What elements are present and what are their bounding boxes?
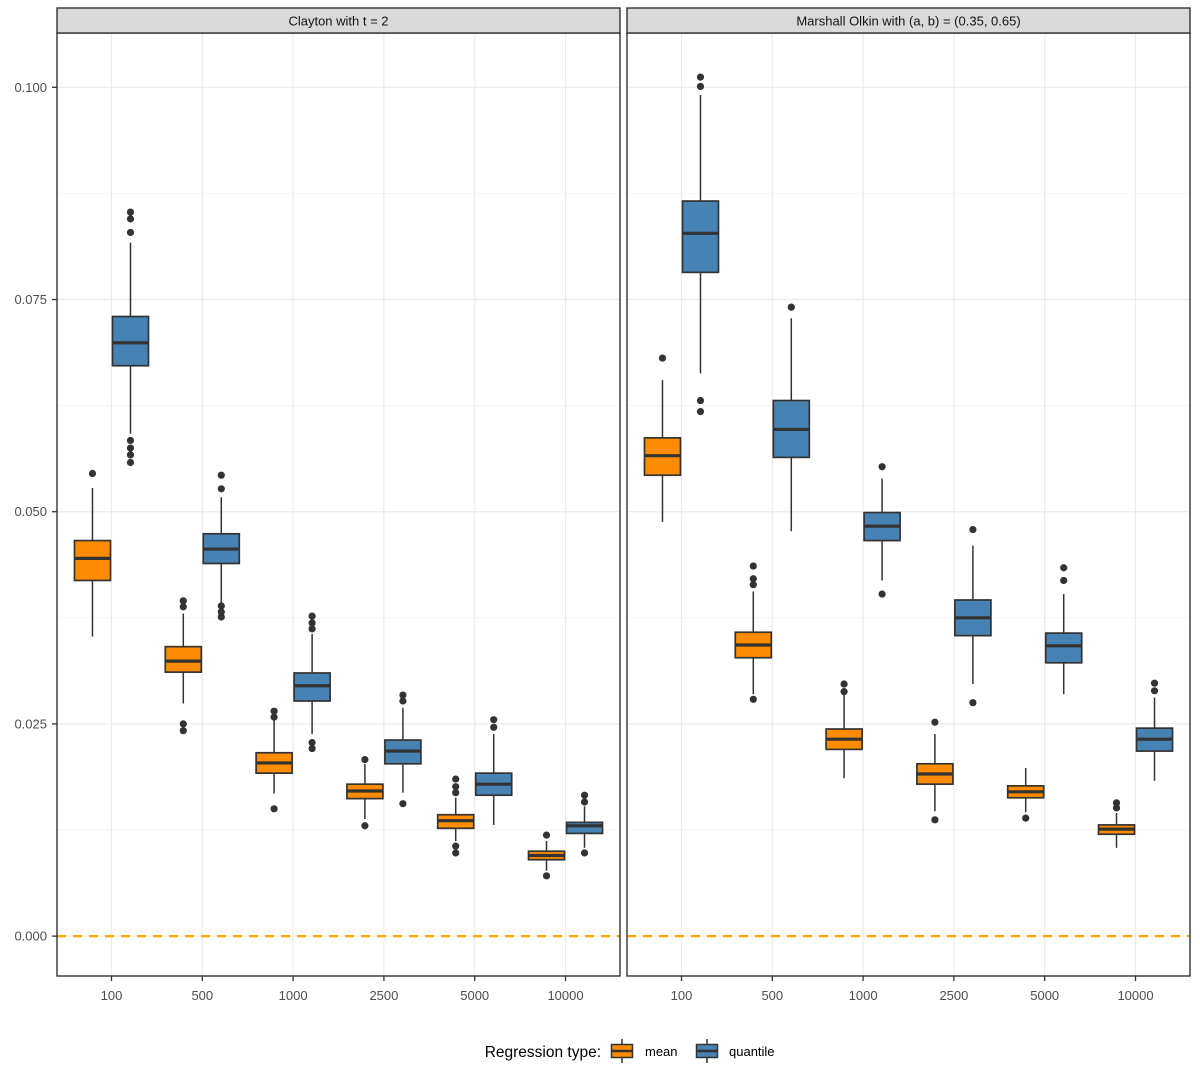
- outlier-dot: [217, 471, 225, 479]
- outlier-dot: [217, 613, 225, 621]
- outlier-dot: [658, 354, 667, 362]
- y-tick-label: 0.100: [14, 80, 47, 95]
- y-tick-label: 0.075: [14, 292, 47, 307]
- outlier-dot: [787, 303, 795, 311]
- outlier-dot: [126, 208, 135, 216]
- outlier-dot: [361, 755, 369, 764]
- outlier-dot: [931, 816, 939, 824]
- outlier-dot: [696, 407, 705, 416]
- y-tick-label: 0.050: [14, 504, 47, 519]
- outlier-dot: [179, 603, 187, 611]
- outlier-dot: [126, 444, 135, 452]
- iqr-box: [1044, 632, 1083, 664]
- x-tick-label: 100: [101, 988, 123, 1003]
- facet-title: Marshall Olkin with (a, b) = (0.35, 0.65…: [796, 14, 1020, 29]
- outlier-dot: [308, 744, 316, 753]
- iqr-box: [164, 645, 203, 673]
- outlier-dot: [490, 716, 498, 724]
- outlier-dot: [542, 872, 551, 880]
- outlier-dot: [88, 469, 97, 478]
- outlier-dot: [126, 228, 135, 237]
- outlier-dot: [749, 695, 757, 703]
- x-tick-label: 500: [761, 988, 783, 1003]
- x-tick-label: 500: [191, 988, 213, 1003]
- x-tick-label: 5000: [1030, 988, 1059, 1003]
- facet-panel-1: Marshall Olkin with (a, b) = (0.35, 0.65…: [626, 7, 1191, 1003]
- outlier-dot: [179, 727, 187, 735]
- x-tick-label: 100: [671, 988, 693, 1003]
- outlier-dot: [452, 789, 460, 797]
- outlier-dot: [580, 849, 589, 857]
- outlier-dot: [696, 82, 705, 91]
- x-tick-label: 2500: [939, 988, 968, 1003]
- outlier-dot: [542, 831, 551, 839]
- x-tick-label: 2500: [369, 988, 398, 1003]
- outlier-dot: [878, 590, 886, 598]
- outlier-dot: [308, 612, 316, 620]
- facet-panel-0: Clayton with t = 2 100 500 1000 2500 5000 1000…: [56, 7, 621, 1003]
- iqr-box: [111, 315, 150, 367]
- outlier-dot: [580, 798, 589, 806]
- outlier-dot: [126, 451, 135, 459]
- outlier-dot: [696, 73, 705, 81]
- boxplot-figure-wrap: Clayton with t = 2 100 500 1000 2500 5000 1000…: [0, 0, 1200, 1080]
- outlier-dot: [308, 625, 316, 633]
- outlier-dot: [1150, 687, 1159, 695]
- iqr-box: [565, 821, 604, 835]
- outlier-dot: [361, 822, 369, 830]
- outlier-dot: [1060, 576, 1068, 585]
- legend-key-mean-icon: [610, 1039, 634, 1063]
- outlier-dot: [399, 697, 407, 705]
- legend-title: Regression type:: [485, 1044, 601, 1061]
- outlier-dot: [179, 720, 187, 728]
- iqr-box: [681, 200, 720, 274]
- legend-label-mean: mean: [645, 1044, 678, 1059]
- outlier-dot: [126, 458, 135, 467]
- outlier-dot: [1112, 804, 1121, 812]
- x-tick-label: 1000: [849, 988, 878, 1003]
- outlier-dot: [969, 525, 977, 534]
- y-tick-label: 0.000: [14, 929, 47, 944]
- outlier-dot: [696, 396, 705, 405]
- outlier-dot: [931, 718, 939, 726]
- x-tick-label: 1000: [279, 988, 308, 1003]
- legend-label-quantile: quantile: [729, 1044, 775, 1059]
- legend-key-quantile-icon: [695, 1039, 719, 1063]
- outlier-dot: [840, 680, 848, 688]
- outlier-dot: [452, 849, 460, 857]
- outlier-dot: [452, 842, 460, 850]
- outlier-dot: [399, 800, 407, 808]
- facet-title: Clayton with t = 2: [288, 14, 388, 29]
- outlier-dot: [270, 805, 278, 813]
- outlier-dot: [1060, 564, 1068, 572]
- outlier-dot: [580, 791, 589, 799]
- outlier-dot: [749, 581, 757, 589]
- legend: Regression type: mean quantile: [485, 1039, 775, 1063]
- outlier-dot: [1022, 814, 1030, 822]
- panel-background: [57, 33, 620, 976]
- iqr-box: [73, 539, 112, 582]
- y-tick-label: 0.025: [14, 716, 47, 731]
- outlier-dot: [217, 485, 225, 493]
- outlier-dot: [126, 436, 135, 445]
- outlier-dot: [490, 723, 498, 731]
- boxplot-figure: Clayton with t = 2100 500 1000 2500 5000 1000…: [14, 7, 1191, 1063]
- outlier-dot: [878, 463, 886, 471]
- outlier-dot: [1150, 679, 1159, 687]
- x-tick-label: 5000: [460, 988, 489, 1003]
- x-tick-label: 10000: [1117, 988, 1153, 1003]
- outlier-dot: [452, 775, 460, 783]
- outlier-dot: [840, 688, 848, 696]
- outlier-dot: [749, 562, 757, 570]
- x-tick-label: 10000: [547, 988, 583, 1003]
- outlier-dot: [126, 215, 135, 223]
- outlier-dot: [270, 713, 278, 721]
- outlier-dot: [969, 699, 977, 707]
